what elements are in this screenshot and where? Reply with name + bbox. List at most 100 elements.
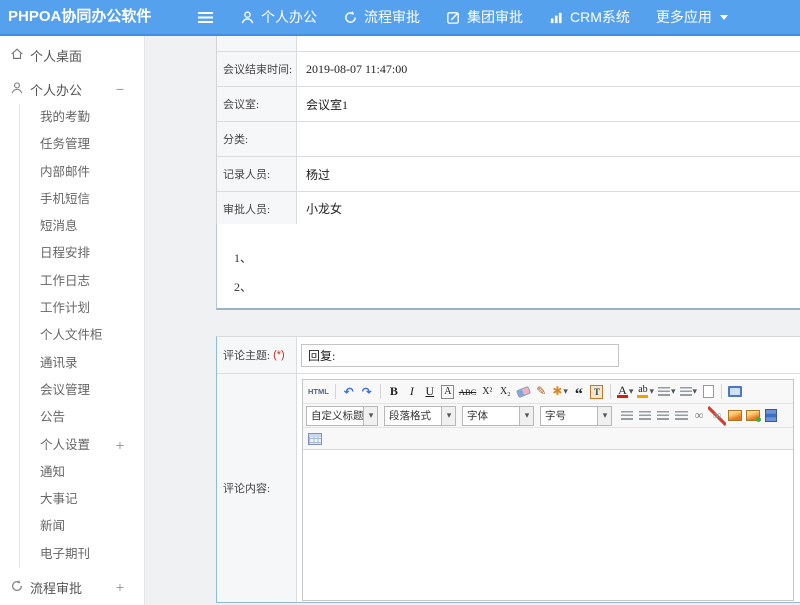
justify-icon[interactable] <box>672 406 690 426</box>
insert-image-icon[interactable] <box>726 406 744 426</box>
font-family-select[interactable]: 字体 ▾ <box>462 406 534 426</box>
align-right-icon[interactable] <box>654 406 672 426</box>
comment-form: 评论主题: (*) 评论内容: HTML ↶ ↷ B <box>216 336 800 603</box>
sidebar-item-attendance[interactable]: 我的考勤 <box>20 104 144 131</box>
insert-image-upload-icon[interactable] <box>744 406 762 426</box>
sidebar-item-label: 个人办公 <box>30 80 82 99</box>
paste-text-icon[interactable]: T <box>588 382 606 402</box>
field-label: 会议室: <box>217 87 297 121</box>
subscript-button[interactable]: X₂ <box>496 382 514 402</box>
sidebar-item-e-journal[interactable]: 电子期刊 <box>20 541 144 568</box>
sidebar-item-contacts[interactable]: 通讯录 <box>20 350 144 377</box>
user-icon <box>240 10 255 25</box>
link-icon[interactable]: ∞ <box>690 406 708 426</box>
fullscreen-icon[interactable] <box>726 382 744 402</box>
sidebar-item-task-management[interactable]: 任务管理 <box>20 131 144 158</box>
bold-button[interactable]: B <box>385 382 403 402</box>
superscript-button[interactable]: X² <box>478 382 496 402</box>
sidebar-item-schedule[interactable]: 日程安排 <box>20 240 144 267</box>
nav-label: 更多应用 <box>656 7 712 27</box>
table-row-partial <box>217 36 800 52</box>
nav-group-approval[interactable]: 集团审批 <box>446 7 523 27</box>
sidebar-item-events[interactable]: 大事记 <box>20 486 144 513</box>
html-source-button[interactable]: HTML <box>306 382 331 402</box>
format-brush-icon[interactable]: ✎ <box>532 382 550 402</box>
sidebar-item-workflow-approval[interactable]: 流程审批 + <box>0 568 144 604</box>
meeting-info-table: 会议结束时间: 2019-08-07 11:47:00 会议室: 会议室1 分类… <box>216 36 800 226</box>
sidebar-item-short-message[interactable]: 短消息 <box>20 213 144 240</box>
comment-content-row: 评论内容: HTML ↶ ↷ B I U A ABC X² <box>217 374 800 602</box>
unordered-list-icon[interactable]: ▾ <box>678 382 700 402</box>
sidebar-item-meeting-management[interactable]: 会议管理 <box>20 377 144 404</box>
field-label: 分类: <box>217 122 297 156</box>
highlight-color-button[interactable]: ab▾ <box>635 382 656 402</box>
sidebar-item-work-log[interactable]: 工作日志 <box>20 268 144 295</box>
paragraph-format-select[interactable]: 段落格式 ▾ <box>384 406 456 426</box>
blockquote-button[interactable]: “ <box>570 382 588 402</box>
content-line: 2、 <box>234 273 800 302</box>
sidebar-item-notice[interactable]: 通知 <box>20 459 144 486</box>
collapse-icon[interactable]: − <box>116 81 144 97</box>
editor-content-area[interactable] <box>303 450 793 600</box>
unlink-icon[interactable]: ∞ <box>708 406 726 426</box>
editor-toolbar-row1: HTML ↶ ↷ B I U A ABC X² X₂ ✎ <box>303 380 793 404</box>
auto-format-icon[interactable]: ✱▾ <box>550 382 570 402</box>
sidebar-item-label: 个人桌面 <box>30 46 82 65</box>
italic-button[interactable]: I <box>403 382 421 402</box>
sidebar-item-news[interactable]: 新闻 <box>20 513 144 540</box>
table-row-meeting-room: 会议室: 会议室1 <box>217 87 800 122</box>
sidebar-item-mobile-sms[interactable]: 手机短信 <box>20 186 144 213</box>
sidebar-item-work-plan[interactable]: 工作计划 <box>20 295 144 322</box>
comment-subject-input[interactable] <box>301 344 619 367</box>
nav-workflow-approval[interactable]: 流程审批 <box>343 7 420 27</box>
expand-icon[interactable]: + <box>116 432 144 459</box>
insert-table-icon[interactable] <box>306 429 324 449</box>
field-label: 审批人员: <box>217 192 297 225</box>
font-size-select[interactable]: 字号 ▾ <box>540 406 612 426</box>
field-value: 杨过 <box>297 157 800 191</box>
nav-label: 集团审批 <box>467 7 523 27</box>
home-icon <box>10 47 24 64</box>
expand-icon[interactable]: + <box>116 579 144 595</box>
insert-media-icon[interactable] <box>762 406 780 426</box>
field-label: 记录人员: <box>217 157 297 191</box>
ordered-list-icon[interactable]: ▾ <box>656 382 678 402</box>
nav-label: 流程审批 <box>364 7 420 27</box>
new-page-icon[interactable] <box>699 382 717 402</box>
redo-icon[interactable]: ↷ <box>358 382 376 402</box>
nav-more-apps[interactable]: 更多应用 <box>656 7 728 27</box>
sidebar-item-internal-mail[interactable]: 内部邮件 <box>20 159 144 186</box>
undo-icon[interactable]: ↶ <box>340 382 358 402</box>
comment-subject-row: 评论主题: (*) <box>217 337 800 374</box>
field-label: 评论内容: <box>217 374 297 602</box>
caret-down-icon: ▾ <box>364 406 378 426</box>
sidebar-item-announcement[interactable]: 公告 <box>20 404 144 431</box>
font-border-button[interactable]: A <box>441 385 454 399</box>
strikethrough-button[interactable]: ABC <box>457 382 478 402</box>
nav-personal-office[interactable]: 个人办公 <box>240 7 317 27</box>
app-title: PHPOA协同办公软件 <box>8 0 151 34</box>
font-color-button[interactable]: A▾ <box>615 382 636 402</box>
caret-down-icon <box>720 15 728 20</box>
sidebar-submenu: 我的考勤 任务管理 内部邮件 手机短信 短消息 日程安排 工作日志 工作计划 个… <box>19 104 144 568</box>
sidebar-item-personal-office[interactable]: 个人办公 − <box>0 74 144 104</box>
table-row-category: 分类: <box>217 122 800 157</box>
field-value <box>297 122 800 156</box>
caret-down-icon: ▾ <box>520 406 534 426</box>
menu-toggle-icon[interactable] <box>198 12 213 23</box>
field-label: 会议结束时间: <box>217 52 297 86</box>
sidebar-item-personal-settings[interactable]: 个人设置+ <box>20 432 144 459</box>
nav-crm-system[interactable]: CRM系统 <box>549 7 630 27</box>
app-window: PHPOA协同办公软件 个人办公 流程审批 集团审批 CRM系统 更多应用 <box>0 0 800 605</box>
custom-title-select[interactable]: 自定义标题 ▾ <box>306 406 378 426</box>
underline-button[interactable]: U <box>421 382 439 402</box>
sidebar-item-desktop[interactable]: 个人桌面 <box>0 36 144 74</box>
align-left-icon[interactable] <box>618 406 636 426</box>
field-value: 会议室1 <box>297 87 800 121</box>
table-row-end-time: 会议结束时间: 2019-08-07 11:47:00 <box>217 52 800 87</box>
sidebar-item-personal-files[interactable]: 个人文件柜 <box>20 322 144 349</box>
align-center-icon[interactable] <box>636 406 654 426</box>
eraser-icon[interactable] <box>514 382 532 402</box>
field-value: 小龙女 <box>297 192 800 225</box>
content-line: 1、 <box>234 244 800 273</box>
